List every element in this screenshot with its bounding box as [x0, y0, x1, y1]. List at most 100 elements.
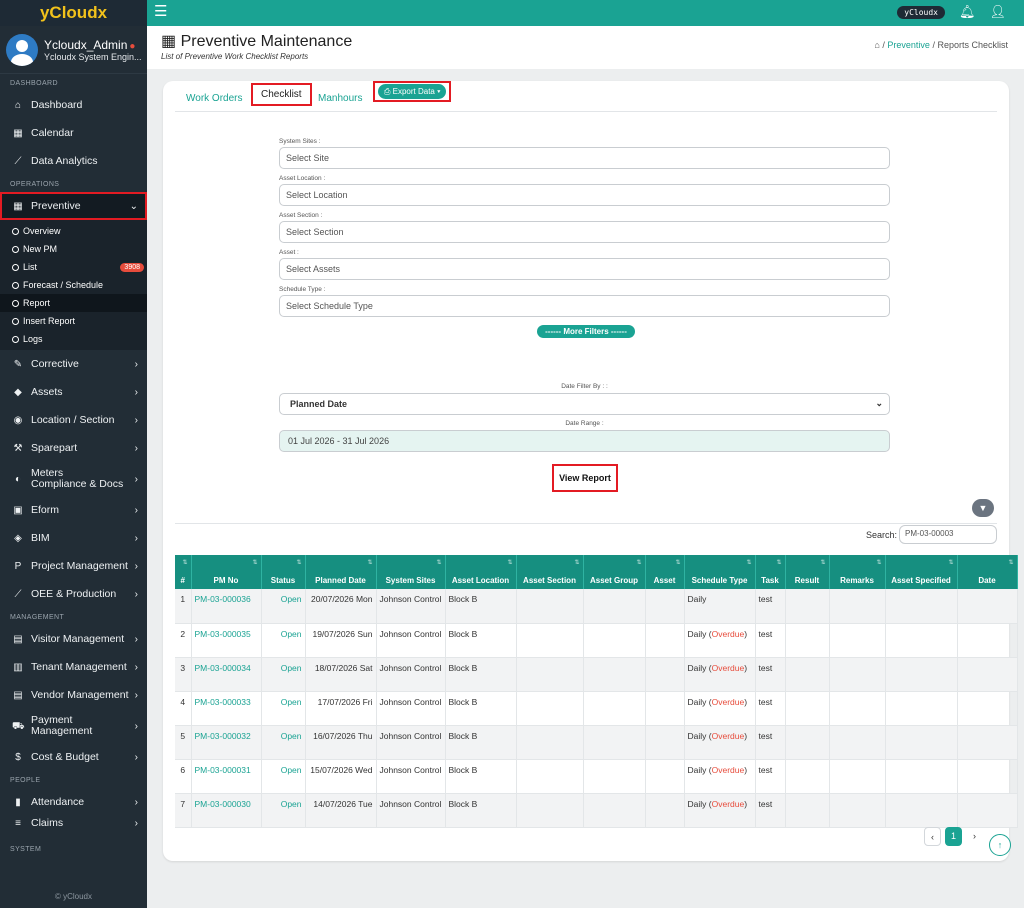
- pm-link[interactable]: PM-03-000035: [195, 629, 251, 639]
- sort-icon[interactable]: ⇅: [296, 559, 301, 566]
- sort-icon[interactable]: ⇅: [507, 559, 512, 566]
- submenu-report[interactable]: Report: [0, 294, 147, 312]
- view-report-button[interactable]: View Report: [552, 464, 618, 492]
- pm-link[interactable]: PM-03-000032: [195, 731, 251, 741]
- table-row[interactable]: 7 PM-03-000030 Open 14/07/2026 Tue Johnson C…: [175, 793, 1018, 828]
- filter-icon[interactable]: ▼: [972, 499, 994, 517]
- sort-icon[interactable]: ⇅: [636, 559, 641, 566]
- tab-checklist[interactable]: Checklist: [251, 83, 312, 106]
- sort-icon[interactable]: ⇅: [182, 559, 187, 566]
- tab-manhours[interactable]: Manhours: [318, 93, 362, 104]
- sort-icon[interactable]: ⇅: [675, 559, 680, 566]
- sidebar-item-claims[interactable]: ≡ Claims ›: [0, 816, 147, 830]
- table-row[interactable]: 2 PM-03-000035 Open 19/07/2026 Sun Johnson C…: [175, 623, 1018, 658]
- pagination-next[interactable]: ›: [966, 827, 983, 846]
- search-input[interactable]: PM-03-00003: [899, 525, 997, 544]
- sidebar-item-project[interactable]: P Project Management ›: [0, 552, 147, 580]
- column-header[interactable]: Asset Group ⇅: [583, 555, 646, 589]
- submenu-forecast[interactable]: Forecast / Schedule: [0, 276, 147, 294]
- column-header[interactable]: Planned Date ⇅: [305, 555, 377, 589]
- breadcrumb-preventive[interactable]: Preventive: [887, 40, 930, 50]
- sidebar-item-calendar[interactable]: ▦ Calendar: [0, 119, 147, 147]
- schedule-select[interactable]: Select Schedule Type: [279, 295, 890, 317]
- status-link[interactable]: Open: [281, 663, 302, 673]
- tab-work-orders[interactable]: Work Orders: [186, 93, 243, 104]
- sidebar-item-attendance[interactable]: ▮ Attendance ›: [0, 788, 147, 816]
- column-header[interactable]: Status ⇅: [261, 555, 306, 589]
- table-row[interactable]: 1 PM-03-000036 Open 20/07/2026 Mon Johnson C…: [175, 589, 1018, 624]
- scroll-top-icon[interactable]: ↑: [989, 834, 1011, 856]
- submenu-list[interactable]: List 3908: [0, 258, 147, 276]
- submenu-insert-report[interactable]: Insert Report: [0, 312, 147, 330]
- user-profile[interactable]: Ycloudx_Admin ● Ycloudx System Engin...: [0, 26, 147, 74]
- sidebar-item-dashboard[interactable]: ⌂ Dashboard: [0, 91, 147, 119]
- status-link[interactable]: Open: [281, 697, 302, 707]
- table-row[interactable]: 5 PM-03-000032 Open 16/07/2026 Thu Johnson C…: [175, 725, 1018, 760]
- column-header[interactable]: Schedule Type ⇅: [684, 555, 756, 589]
- column-header[interactable]: Result ⇅: [785, 555, 830, 589]
- sort-icon[interactable]: ⇅: [436, 559, 441, 566]
- sidebar-item-eform[interactable]: ▣ Eform ›: [0, 496, 147, 524]
- status-link[interactable]: Open: [281, 629, 302, 639]
- more-filters-button[interactable]: ------ More Filters ------: [537, 325, 635, 338]
- sidebar-item-tenant[interactable]: ▥ Tenant Management ›: [0, 653, 147, 681]
- sort-icon[interactable]: ⇅: [746, 559, 751, 566]
- user-pill[interactable]: yCloudx: [897, 5, 945, 19]
- table-row[interactable]: 3 PM-03-000034 Open 18/07/2026 Sat Johnson C…: [175, 657, 1018, 692]
- export-data-button[interactable]: ⎙ Export Data ▾: [378, 84, 447, 99]
- sidebar-item-preventive[interactable]: ▦ Preventive ⌄: [0, 192, 147, 220]
- pm-link[interactable]: PM-03-000030: [195, 799, 251, 809]
- hamburger-icon[interactable]: ☰: [154, 4, 167, 20]
- sort-icon[interactable]: ⇅: [820, 559, 825, 566]
- sidebar-item-vendor[interactable]: ▤ Vendor Management ›: [0, 681, 147, 709]
- column-header[interactable]: Asset Specified ⇅: [885, 555, 958, 589]
- sidebar-item-oee[interactable]: ⟋ OEE & Production ›: [0, 580, 147, 608]
- column-header[interactable]: Date ⇅: [957, 555, 1018, 589]
- sidebar-item-corrective[interactable]: ✎ Corrective ›: [0, 350, 147, 378]
- site-select[interactable]: Select Site: [279, 147, 890, 169]
- table-row[interactable]: 4 PM-03-000033 Open 17/07/2026 Fri Johnson C…: [175, 691, 1018, 726]
- home-icon[interactable]: ⌂: [874, 40, 879, 50]
- date-filter-select[interactable]: Planned Date ⌄: [279, 393, 890, 415]
- user-icon[interactable]: 👤︎: [989, 5, 1006, 19]
- pm-link[interactable]: PM-03-000031: [195, 765, 251, 775]
- sidebar-item-cost[interactable]: $ Cost & Budget ›: [0, 743, 147, 771]
- submenu-new-pm[interactable]: New PM: [0, 240, 147, 258]
- sort-icon[interactable]: ⇅: [574, 559, 579, 566]
- column-header[interactable]: # ⇅: [175, 555, 192, 589]
- bell-icon[interactable]: 🔔︎: [959, 5, 976, 19]
- brand-logo[interactable]: yCloudx: [0, 0, 147, 26]
- sort-icon[interactable]: ⇅: [1008, 559, 1013, 566]
- submenu-overview[interactable]: Overview: [0, 222, 147, 240]
- sidebar-item-location[interactable]: ◉ Location / Section ›: [0, 406, 147, 434]
- asset-select[interactable]: Select Assets: [279, 258, 890, 280]
- section-select[interactable]: Select Section: [279, 221, 890, 243]
- status-link[interactable]: Open: [281, 731, 302, 741]
- pagination-prev[interactable]: ‹: [924, 827, 941, 846]
- column-header[interactable]: Asset Location ⇅: [445, 555, 517, 589]
- sort-icon[interactable]: ⇅: [367, 559, 372, 566]
- sidebar-item-sparepart[interactable]: ⚒ Sparepart ›: [0, 434, 147, 462]
- submenu-logs[interactable]: Logs: [0, 330, 147, 348]
- column-header[interactable]: System Sites ⇅: [376, 555, 446, 589]
- pm-link[interactable]: PM-03-000036: [195, 594, 251, 604]
- sort-icon[interactable]: ⇅: [252, 559, 257, 566]
- sidebar-item-analytics[interactable]: ⟋ Data Analytics: [0, 147, 147, 175]
- sort-icon[interactable]: ⇅: [776, 559, 781, 566]
- sidebar-item-visitor[interactable]: ▤ Visitor Management ›: [0, 625, 147, 653]
- pm-link[interactable]: PM-03-000033: [195, 697, 251, 707]
- pagination-page[interactable]: 1: [945, 827, 962, 846]
- sort-icon[interactable]: ⇅: [876, 559, 881, 566]
- sidebar-item-payment[interactable]: ⛟ Payment Management ›: [0, 709, 147, 743]
- status-link[interactable]: Open: [281, 799, 302, 809]
- column-header[interactable]: Task ⇅: [755, 555, 786, 589]
- table-row[interactable]: 6 PM-03-000031 Open 15/07/2026 Wed Johnson C…: [175, 759, 1018, 794]
- sidebar-item-assets[interactable]: ◆ Assets ›: [0, 378, 147, 406]
- location-select[interactable]: Select Location: [279, 184, 890, 206]
- column-header[interactable]: Asset Section ⇅: [516, 555, 584, 589]
- status-link[interactable]: Open: [281, 765, 302, 775]
- pm-link[interactable]: PM-03-000034: [195, 663, 251, 673]
- sidebar-item-meters[interactable]: ◐ Meters Compliance & Docs ›: [0, 462, 147, 496]
- column-header[interactable]: Asset ⇅: [645, 555, 685, 589]
- sidebar-item-bim[interactable]: ◈ BIM ›: [0, 524, 147, 552]
